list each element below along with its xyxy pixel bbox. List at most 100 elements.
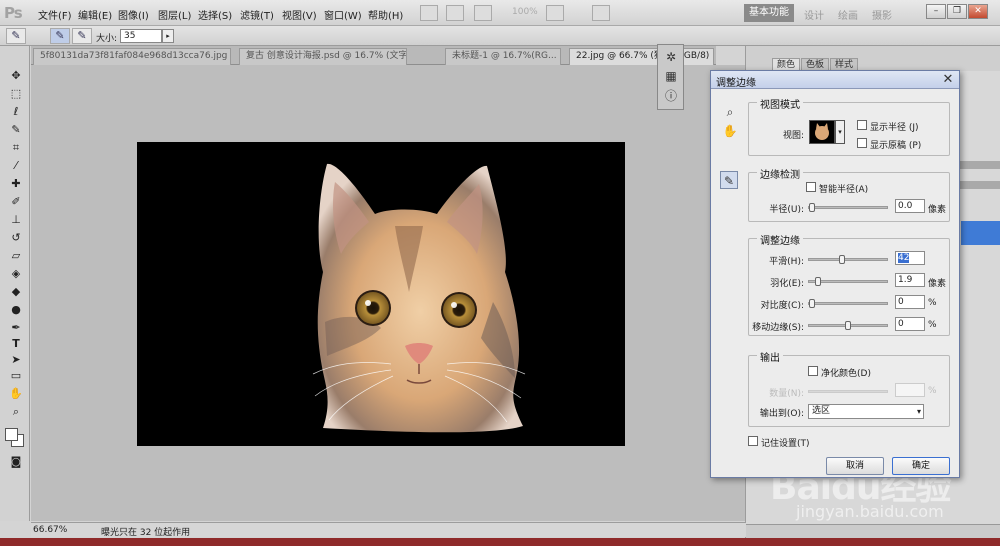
output-to-select[interactable]: 选区 ▾ [808, 404, 924, 419]
radius-slider-thumb[interactable] [809, 203, 815, 212]
arrange-documents-icon[interactable] [546, 5, 564, 21]
feather-slider[interactable] [808, 277, 888, 286]
contrast-slider[interactable] [808, 299, 888, 308]
feather-input[interactable]: 1.9 [895, 273, 925, 287]
zoom-tool-icon[interactable]: ⌕ [7, 404, 25, 420]
workspace-painting[interactable]: 绘画 [838, 7, 858, 22]
show-original-checkbox[interactable] [857, 138, 867, 148]
pen-tool-icon[interactable]: ✒ [7, 320, 25, 336]
history-brush-tool-icon[interactable]: ↺ [7, 230, 25, 246]
view-mode-thumbnail[interactable] [809, 120, 835, 144]
navigator-icon[interactable]: ✲ [664, 50, 678, 64]
shift-edge-input[interactable]: 0 [895, 317, 925, 331]
lasso-tool-icon[interactable]: ℓ [7, 104, 25, 120]
crop-tool-icon[interactable]: ⌗ [7, 140, 25, 156]
path-selection-tool-icon[interactable]: ➤ [7, 352, 25, 368]
canvas-area[interactable] [31, 65, 746, 521]
minimize-icon[interactable]: – [926, 4, 946, 19]
menu-window[interactable]: 窗口(W) [324, 7, 362, 22]
zoom-level-display[interactable]: 100% [512, 7, 538, 17]
workspace-photography[interactable]: 摄影 [872, 7, 892, 22]
mini-bridge-icon[interactable] [446, 5, 464, 21]
zoom-percentage[interactable]: 66.67% [33, 525, 67, 535]
smooth-slider-thumb[interactable] [839, 255, 845, 264]
shift-edge-slider[interactable] [808, 321, 888, 330]
document-image[interactable] [137, 142, 625, 446]
doc-tab-2[interactable]: 复古 创意设计海报.psd @ 16.7% (文字, RG... [239, 48, 407, 65]
quick-selection-tool-icon[interactable]: ✎ [7, 122, 25, 138]
marquee-tool-icon[interactable]: ⬚ [7, 86, 25, 102]
close-icon[interactable]: ✕ [968, 4, 988, 19]
status-bar: 66.67% 曝光只在 32 位起作用 [31, 522, 746, 538]
dodge-tool-icon[interactable]: ● [7, 302, 25, 318]
screen-mode-icon[interactable] [592, 5, 610, 21]
output-legend: 输出 [757, 349, 783, 364]
menu-file[interactable]: 文件(F) [38, 7, 72, 22]
shape-tool-icon[interactable]: ▭ [7, 368, 25, 384]
show-radius-checkbox[interactable] [857, 120, 867, 130]
clone-stamp-tool-icon[interactable]: ⊥ [7, 212, 25, 228]
selected-layer-row[interactable] [961, 221, 1000, 245]
smooth-slider[interactable] [808, 255, 888, 264]
quick-mask-icon[interactable]: ◙ [7, 454, 25, 470]
brush-size-dropdown-icon[interactable]: ▸ [162, 29, 174, 43]
extras-icon[interactable] [474, 5, 492, 21]
dialog-close-icon[interactable]: ✕ [940, 72, 956, 88]
new-selection-brush-icon[interactable]: ✎ [50, 28, 70, 44]
doc-tab-3[interactable]: 未标题-1 @ 16.7%(RG... [445, 48, 561, 65]
menu-layer[interactable]: 图层(L) [158, 7, 191, 22]
menu-view[interactable]: 视图(V) [282, 7, 317, 22]
healing-brush-tool-icon[interactable]: ✚ [7, 176, 25, 192]
menu-image[interactable]: 图像(I) [118, 7, 149, 22]
menu-select[interactable]: 选择(S) [198, 7, 232, 22]
brush-tool-icon[interactable]: ✐ [7, 194, 25, 210]
menu-edit[interactable]: 编辑(E) [78, 7, 112, 22]
smart-radius-checkbox[interactable] [806, 182, 816, 192]
eraser-tool-icon[interactable]: ▱ [7, 248, 25, 264]
amount-input [895, 383, 925, 397]
doc-tab-active[interactable]: 22.jpg @ 66.7% (猫咪, RGB/8) [569, 48, 714, 65]
contrast-slider-thumb[interactable] [809, 299, 815, 308]
status-info-text[interactable]: 曝光只在 32 位起作用 [101, 525, 190, 538]
cancel-button[interactable]: 取消 [826, 457, 884, 475]
brush-size-label: 大小: [96, 34, 118, 44]
zoom-tool-icon[interactable]: ⌕ [721, 103, 739, 121]
doc-tab-1[interactable]: 5f80131da73f81faf084e968d13cca76.jpg [33, 48, 231, 65]
dialog-titlebar[interactable]: 调整边缘 ✕ [711, 71, 959, 89]
eyedropper-tool-icon[interactable]: ⁄ [7, 158, 25, 174]
radius-input[interactable]: 0.0 [895, 199, 925, 213]
feather-slider-thumb[interactable] [815, 277, 821, 286]
smooth-input[interactable]: 42 [895, 251, 925, 265]
blur-tool-icon[interactable]: ◆ [7, 284, 25, 300]
paint-bucket-tool-icon[interactable]: ◈ [7, 266, 25, 282]
remember-settings-checkbox[interactable] [748, 436, 758, 446]
restore-icon[interactable]: ❐ [947, 4, 967, 19]
refine-radius-tool-icon[interactable]: ✎ [720, 171, 738, 189]
radius-label: 半径(U): [769, 205, 804, 215]
ok-button[interactable]: 确定 [892, 457, 950, 475]
brush-size-input[interactable]: 35 [120, 29, 162, 43]
tools-panel: ✥ ⬚ ℓ ✎ ⌗ ⁄ ✚ ✐ ⊥ ↺ ▱ ◈ ◆ ● ✒ T ➤ ▭ ✋ ⌕ … [0, 46, 30, 521]
foreground-color-swatch[interactable] [5, 428, 18, 441]
quick-selection-tool-preset-icon[interactable]: ✎ [6, 28, 26, 44]
type-tool-icon[interactable]: T [7, 336, 25, 352]
chevron-down-icon: ▾ [916, 407, 921, 416]
menu-filter[interactable]: 滤镜(T) [240, 7, 274, 22]
info-icon[interactable]: ⓘ [664, 89, 678, 103]
menu-help[interactable]: 帮助(H) [368, 7, 403, 22]
move-tool-icon[interactable]: ✥ [7, 68, 25, 84]
decontaminate-checkbox[interactable] [808, 366, 818, 376]
workspace-essentials[interactable]: 基本功能 [744, 4, 794, 22]
hand-tool-icon[interactable]: ✋ [721, 122, 739, 140]
add-to-selection-brush-icon[interactable]: ✎ [72, 28, 92, 44]
view-label: 视图: [783, 131, 805, 141]
contrast-input[interactable]: 0 [895, 295, 925, 309]
histogram-icon[interactable]: ▦ [664, 69, 678, 83]
bridge-icon[interactable] [420, 5, 438, 21]
view-mode-legend: 视图模式 [757, 96, 803, 111]
view-mode-dropdown-icon[interactable]: ▾ [835, 120, 845, 144]
hand-tool-icon[interactable]: ✋ [7, 386, 25, 402]
radius-slider[interactable] [808, 203, 888, 212]
shift-edge-slider-thumb[interactable] [845, 321, 851, 330]
workspace-design[interactable]: 设计 [804, 7, 824, 22]
